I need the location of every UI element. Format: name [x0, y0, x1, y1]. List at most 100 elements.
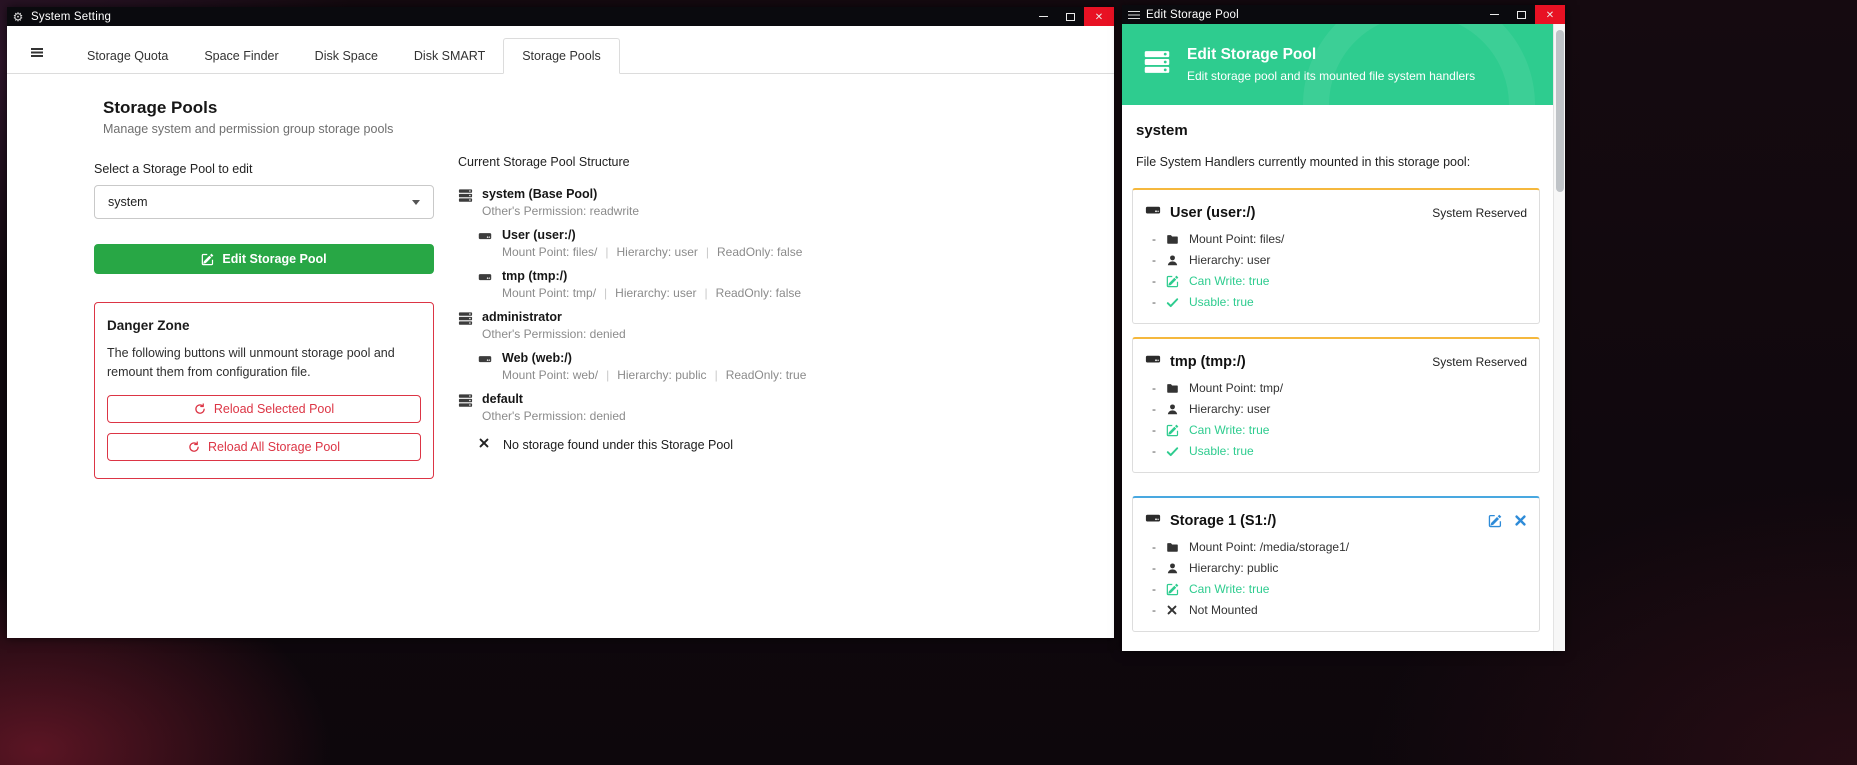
app-gear-icon: ⚙	[7, 11, 29, 23]
window-title: Edit Storage Pool	[1144, 9, 1481, 21]
handler-details: Mount Point: tmp/Hierarchy: userReadOnly…	[502, 286, 801, 300]
window-body: Storage Quota Space Finder Disk Space Di…	[7, 26, 1114, 638]
cross-icon	[478, 437, 493, 452]
list-icon	[1122, 10, 1144, 20]
panel-subtitle: Edit storage pool and its mounted file s…	[1187, 69, 1475, 83]
titlebar: Edit Storage Pool	[1122, 5, 1565, 24]
storage-pool-icon	[458, 188, 473, 218]
empty-pool-row: No storage found under this Storage Pool	[478, 437, 1084, 452]
pool-controls-column: Storage Pools Manage system and permissi…	[94, 98, 434, 479]
handler-name: tmp (tmp:/)	[502, 269, 801, 283]
edit-storage-pool-window: Edit Storage Pool Edit Storage Pool Edit…	[1122, 5, 1565, 651]
reload-all-pool-button[interactable]: Reload All Storage Pool	[107, 433, 421, 461]
panel-body: system File System Handlers currently mo…	[1122, 122, 1553, 632]
tab-disk-smart[interactable]: Disk SMART	[396, 39, 503, 73]
danger-zone-text: The following buttons will unmount stora…	[107, 344, 421, 382]
system-setting-window: ⚙ System Setting Storage Quota Space Fin…	[7, 7, 1114, 638]
edit-storage-pool-button[interactable]: Edit Storage Pool	[94, 244, 434, 274]
separator	[698, 245, 717, 259]
tree-handler-user: User (user:/) Mount Point: files/Hierarc…	[478, 228, 1084, 259]
danger-zone-title: Danger Zone	[107, 318, 421, 333]
separator	[707, 368, 726, 382]
close-button[interactable]	[1084, 7, 1114, 26]
pool-permission: Other's Permission: denied	[482, 409, 626, 423]
drive-icon	[478, 270, 493, 300]
drive-icon	[1145, 510, 1161, 531]
system-reserved-badge: System Reserved	[1432, 355, 1527, 369]
reload-selected-pool-label: Reload Selected Pool	[214, 402, 334, 416]
edit-icon	[1166, 583, 1180, 596]
handler-details: Mount Point: web/Hierarchy: publicReadOn…	[502, 368, 806, 382]
danger-zone-panel: Danger Zone The following buttons will u…	[94, 302, 434, 479]
hierarchy-item: Hierarchy: public	[1152, 561, 1527, 575]
drive-icon	[478, 352, 493, 382]
tree-pool-system: system (Base Pool) Other's Permission: r…	[458, 187, 1084, 300]
tab-storage-pools[interactable]: Storage Pools	[503, 38, 620, 74]
separator	[597, 245, 616, 259]
edit-icon	[1166, 424, 1180, 437]
menu-button[interactable]	[31, 44, 43, 62]
mount-point-item: Mount Point: tmp/	[1152, 381, 1527, 395]
fs-card-title: tmp (tmp:/)	[1170, 354, 1246, 370]
page-title: Storage Pools	[103, 98, 434, 118]
drive-icon	[1145, 202, 1161, 223]
scrollbar-thumb[interactable]	[1556, 30, 1564, 192]
fs-card-title: User (user:/)	[1170, 205, 1255, 221]
usable-item: Usable: true	[1152, 295, 1527, 309]
panel-title: Edit Storage Pool	[1187, 46, 1475, 64]
can-write-item: Can Write: true	[1152, 582, 1527, 596]
pool-name: administrator	[482, 310, 626, 324]
pool-name: system (Base Pool)	[482, 187, 639, 201]
edit-icon	[1166, 275, 1180, 288]
maximize-button[interactable]	[1508, 5, 1535, 24]
hierarchy-item: Hierarchy: user	[1152, 402, 1527, 416]
tree-pool-administrator: administrator Other's Permission: denied…	[458, 310, 1084, 382]
pool-select[interactable]: system	[94, 185, 434, 219]
pool-select-label: Select a Storage Pool to edit	[94, 162, 434, 176]
can-write-item: Can Write: true	[1152, 274, 1527, 288]
panel-header: Edit Storage Pool Edit storage pool and …	[1122, 24, 1565, 105]
storage-pool-icon	[458, 311, 473, 341]
separator	[596, 286, 615, 300]
remove-handler-button[interactable]	[1513, 514, 1527, 528]
tab-disk-space[interactable]: Disk Space	[297, 39, 396, 73]
tab-storage-quota[interactable]: Storage Quota	[69, 39, 186, 73]
mount-point-item: Mount Point: /media/storage1/	[1152, 540, 1527, 554]
fs-card-tmp: tmp (tmp:/) System Reserved Mount Point:…	[1132, 337, 1540, 473]
close-button[interactable]	[1535, 5, 1565, 24]
usable-item: Usable: true	[1152, 444, 1527, 458]
panel-description: File System Handlers currently mounted i…	[1136, 155, 1540, 169]
storage-pool-icon	[458, 393, 473, 423]
system-reserved-badge: System Reserved	[1432, 206, 1527, 220]
check-icon	[1166, 296, 1180, 309]
tree-handler-web: Web (web:/) Mount Point: web/Hierarchy: …	[478, 351, 1084, 382]
drive-icon	[478, 229, 493, 259]
refresh-icon	[188, 441, 200, 453]
handler-name: Web (web:/)	[502, 351, 806, 365]
hamburger-icon	[31, 47, 43, 57]
handler-name: User (user:/)	[502, 228, 802, 242]
folder-icon	[1166, 541, 1180, 554]
maximize-button[interactable]	[1057, 7, 1084, 26]
reload-selected-pool-button[interactable]: Reload Selected Pool	[107, 395, 421, 423]
separator	[697, 286, 716, 300]
refresh-icon	[194, 403, 206, 415]
user-icon	[1166, 254, 1180, 267]
fs-card-storage1: Storage 1 (S1:/) Mount Point: /media/sto…	[1132, 496, 1540, 632]
pool-select-value: system	[108, 195, 148, 209]
not-mounted-item: Not Mounted	[1152, 603, 1527, 617]
user-icon	[1166, 562, 1180, 575]
fs-card-title: Storage 1 (S1:/)	[1170, 513, 1276, 529]
cross-icon	[1166, 604, 1180, 616]
tab-space-finder[interactable]: Space Finder	[186, 39, 296, 73]
edit-handler-button[interactable]	[1488, 514, 1502, 528]
pool-permission: Other's Permission: readwrite	[482, 204, 639, 218]
minimize-button[interactable]	[1481, 5, 1508, 24]
storage-pools-page: Storage Pools Manage system and permissi…	[7, 74, 1114, 479]
drive-icon	[1145, 351, 1161, 372]
vertical-scrollbar[interactable]	[1553, 24, 1565, 651]
selected-pool-name: system	[1136, 122, 1540, 139]
minimize-button[interactable]	[1030, 7, 1057, 26]
separator	[598, 368, 617, 382]
mount-point-item: Mount Point: files/	[1152, 232, 1527, 246]
